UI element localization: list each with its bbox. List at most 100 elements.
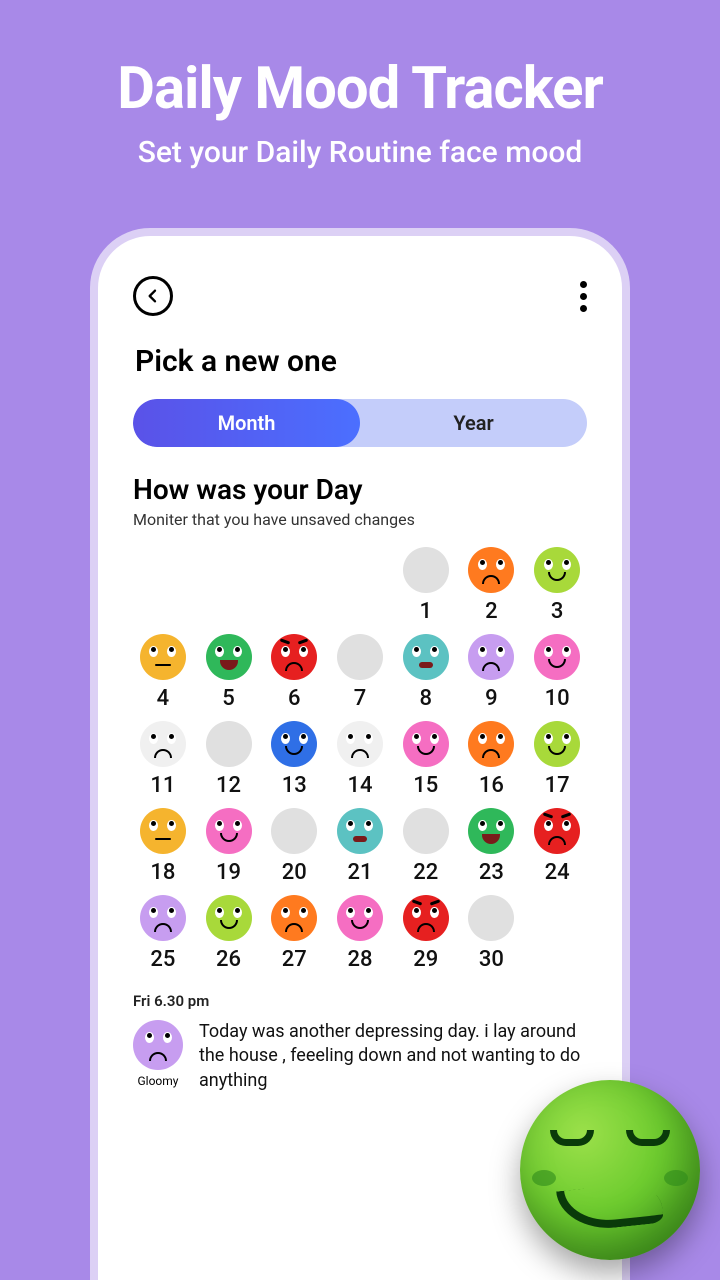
mood-face-icon: [271, 634, 317, 680]
calendar-grid: 1234567891011121314151617181920212223242…: [133, 547, 587, 972]
dot-icon: [580, 305, 587, 312]
hero: Daily Mood Tracker Set your Daily Routin…: [0, 0, 720, 170]
day-cell[interactable]: 18: [133, 808, 193, 885]
day-cell[interactable]: 22: [396, 808, 456, 885]
day-cell[interactable]: 3: [527, 547, 587, 624]
day-number: 14: [347, 773, 372, 798]
day-cell[interactable]: 6: [264, 634, 324, 711]
mood-face-icon: [403, 634, 449, 680]
day-number: 22: [413, 860, 438, 885]
mood-face-icon: [534, 634, 580, 680]
empty-cell: [133, 547, 193, 624]
day-number: 11: [150, 773, 175, 798]
tab-year[interactable]: Year: [360, 399, 587, 447]
day-cell[interactable]: 13: [264, 721, 324, 798]
day-cell[interactable]: 10: [527, 634, 587, 711]
back-button[interactable]: [133, 276, 173, 316]
day-number: 2: [485, 599, 498, 624]
tab-month[interactable]: Month: [133, 399, 360, 447]
topbar: [133, 276, 587, 316]
day-number: 24: [545, 860, 570, 885]
day-number: 13: [282, 773, 307, 798]
day-cell[interactable]: 29: [396, 895, 456, 972]
day-cell[interactable]: 11: [133, 721, 193, 798]
day-number: 27: [282, 947, 307, 972]
day-number: 10: [545, 686, 570, 711]
day-cell[interactable]: 7: [330, 634, 390, 711]
mood-face-icon: [337, 808, 383, 854]
mood-face-icon: [403, 895, 449, 941]
mood-face-icon: [206, 808, 252, 854]
mood-face-icon: [468, 808, 514, 854]
day-cell[interactable]: 27: [264, 895, 324, 972]
day-number: 8: [419, 686, 432, 711]
day-number: 16: [479, 773, 504, 798]
mood-face-icon: [337, 895, 383, 941]
mood-face-icon: [403, 547, 449, 593]
day-cell[interactable]: 30: [462, 895, 522, 972]
day-cell[interactable]: 23: [462, 808, 522, 885]
mood-face-icon: [271, 808, 317, 854]
day-number: 17: [545, 773, 570, 798]
empty-cell: [330, 547, 390, 624]
day-cell[interactable]: 4: [133, 634, 193, 711]
entry-mood-label: Gloomy: [138, 1074, 179, 1088]
day-cell[interactable]: 15: [396, 721, 456, 798]
day-number: 9: [485, 686, 498, 711]
day-cell[interactable]: 21: [330, 808, 390, 885]
day-cell[interactable]: 19: [199, 808, 259, 885]
day-number: 18: [150, 860, 175, 885]
day-cell[interactable]: 2: [462, 547, 522, 624]
day-cell[interactable]: 8: [396, 634, 456, 711]
mood-face-icon: [271, 895, 317, 941]
entry-mood: Gloomy: [133, 1020, 183, 1088]
mood-face-icon: [468, 895, 514, 941]
day-number: 4: [157, 686, 170, 711]
day-number: 3: [551, 599, 564, 624]
entry-time: Fri 6.30 pm: [133, 992, 587, 1010]
how-title: How was your Day: [133, 473, 587, 506]
day-cell[interactable]: 17: [527, 721, 587, 798]
segment-control: Month Year: [133, 399, 587, 447]
mood-face-icon: [337, 634, 383, 680]
empty-cell: [199, 547, 259, 624]
day-cell[interactable]: 9: [462, 634, 522, 711]
day-number: 1: [419, 599, 432, 624]
mood-face-icon: [206, 721, 252, 767]
day-cell[interactable]: 28: [330, 895, 390, 972]
day-number: 20: [282, 860, 307, 885]
gloomy-face-icon: [133, 1020, 183, 1070]
hero-title: Daily Mood Tracker: [0, 55, 720, 123]
more-button[interactable]: [580, 281, 587, 312]
day-cell[interactable]: 24: [527, 808, 587, 885]
mood-face-icon: [140, 634, 186, 680]
day-number: 6: [288, 686, 301, 711]
day-cell[interactable]: 16: [462, 721, 522, 798]
day-number: 25: [150, 947, 175, 972]
hero-subtitle: Set your Daily Routine face mood: [0, 135, 720, 170]
mood-face-icon: [271, 721, 317, 767]
chevron-left-icon: [145, 288, 161, 304]
day-cell[interactable]: 1: [396, 547, 456, 624]
day-cell[interactable]: 26: [199, 895, 259, 972]
day-cell[interactable]: 25: [133, 895, 193, 972]
mood-face-icon: [337, 721, 383, 767]
day-number: 15: [413, 773, 438, 798]
empty-cell: [264, 547, 324, 624]
day-number: 28: [347, 947, 372, 972]
day-number: 19: [216, 860, 241, 885]
day-number: 12: [216, 773, 241, 798]
sick-emoji-icon: [520, 1080, 700, 1260]
day-cell[interactable]: 14: [330, 721, 390, 798]
entry-text: Today was another depressing day. i lay …: [199, 1020, 587, 1093]
journal-entry: Gloomy Today was another depressing day.…: [133, 1020, 587, 1093]
day-cell[interactable]: 20: [264, 808, 324, 885]
mood-face-icon: [468, 634, 514, 680]
day-cell[interactable]: 5: [199, 634, 259, 711]
day-number: 30: [479, 947, 504, 972]
mood-face-icon: [403, 808, 449, 854]
mood-face-icon: [534, 547, 580, 593]
mood-face-icon: [140, 895, 186, 941]
dot-icon: [580, 281, 587, 288]
day-cell[interactable]: 12: [199, 721, 259, 798]
